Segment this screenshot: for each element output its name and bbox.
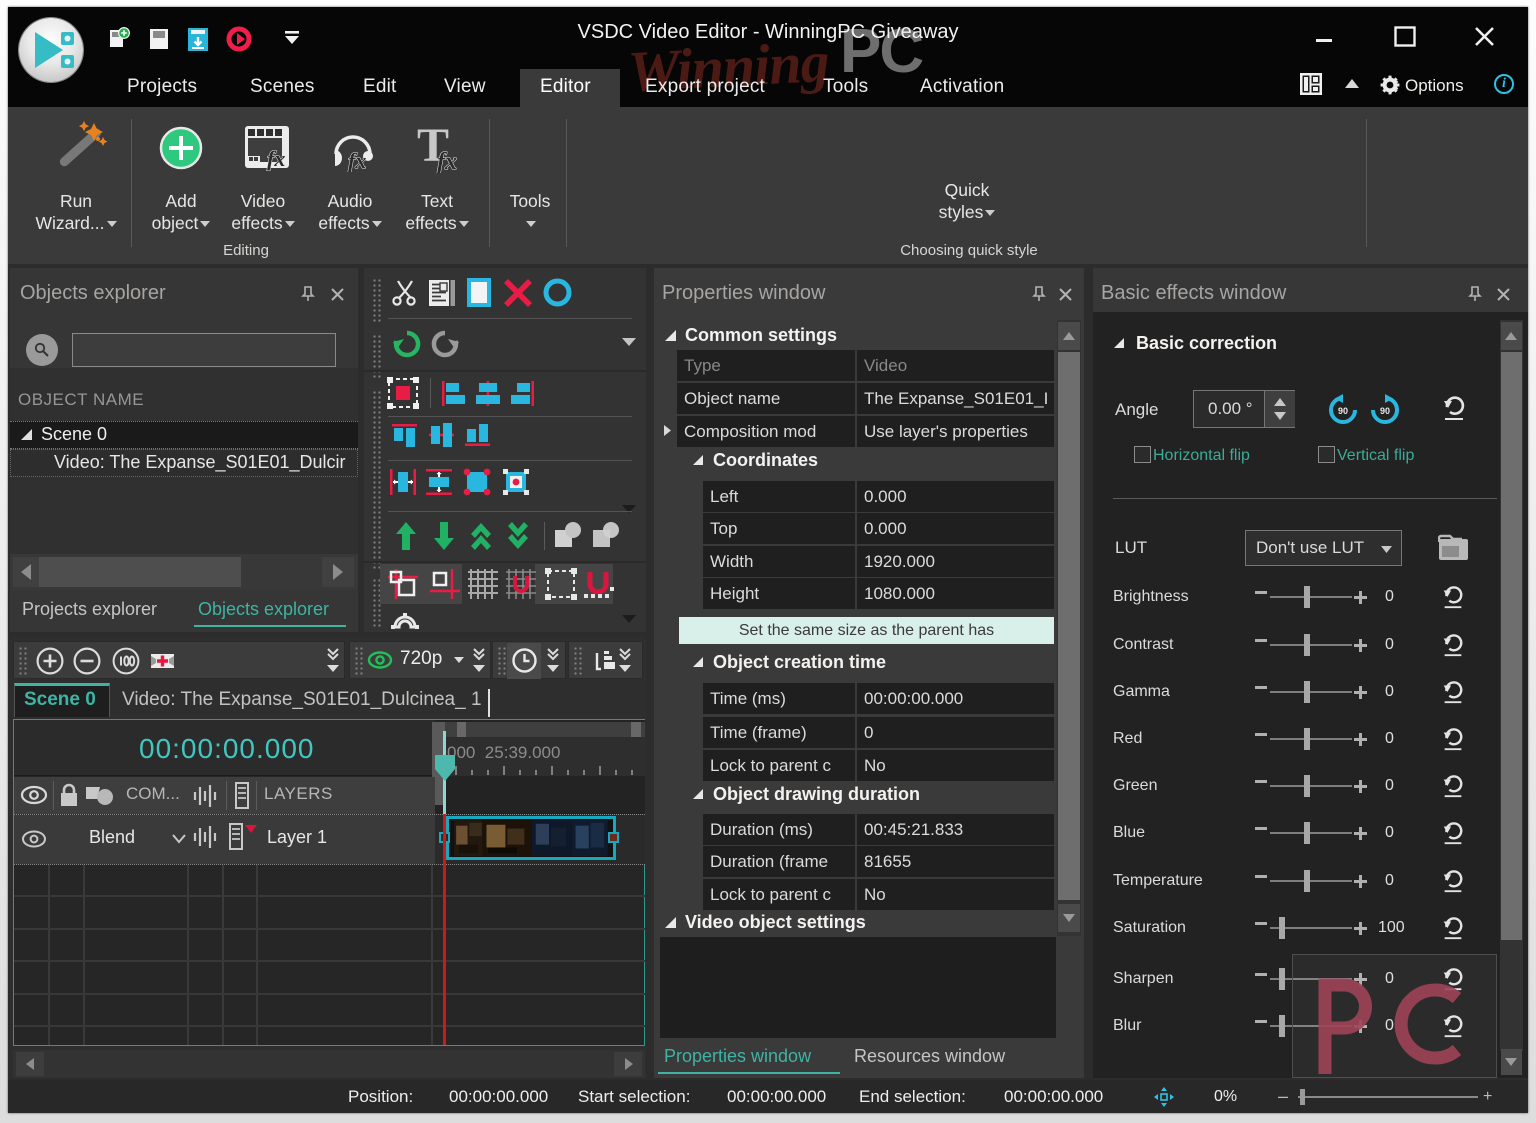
svg-text:fx: fx [348,148,366,172]
svg-text:fx: fx [267,146,285,171]
svg-text:90: 90 [1338,406,1348,416]
svg-text:90: 90 [1380,406,1390,416]
svg-text:fx: fx [437,149,457,173]
